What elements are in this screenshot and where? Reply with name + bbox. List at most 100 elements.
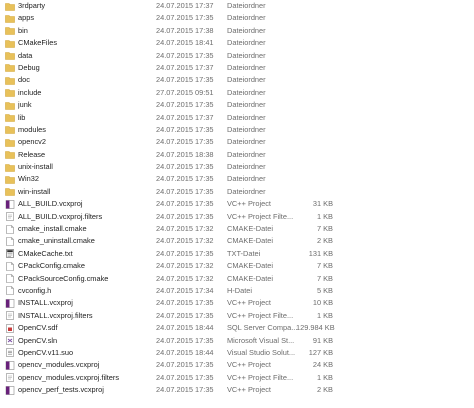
file-size: 129.984 KB	[296, 323, 335, 333]
file-size: 7 KB	[316, 261, 333, 271]
file-row[interactable]: unix-install 24.07.2015 17:35 Dateiordner	[0, 161, 474, 173]
file-type: Dateiordner	[227, 149, 266, 159]
folder-icon	[5, 63, 15, 73]
file-date: 24.07.2015 17:35	[156, 174, 214, 184]
file-row[interactable]: ALL_BUILD.vcxproj.filters 24.07.2015 17:3…	[0, 211, 474, 223]
file-name: OpenCV.v11.suo	[18, 347, 74, 357]
folder-icon	[5, 39, 15, 48]
file-type: VC++ Project	[227, 385, 271, 395]
generic-file-icon	[5, 224, 15, 234]
vcxproj-file-icon	[5, 385, 15, 395]
file-row[interactable]: opencv_modules.vcxproj.filters 24.07.2015…	[0, 372, 474, 384]
file-row[interactable]: lib 24.07.2015 17:37 Dateiordner	[0, 112, 474, 124]
file-row[interactable]: opencv2 24.07.2015 17:35 Dateiordner	[0, 136, 474, 148]
file-name: cmake_uninstall.cmake	[18, 236, 95, 246]
file-row[interactable]: apps 24.07.2015 17:35 Dateiordner	[0, 12, 474, 24]
file-name: CMakeCache.txt	[18, 248, 73, 258]
folder-icon	[5, 125, 15, 135]
file-row[interactable]: Debug 24.07.2015 17:37 Dateiordner	[0, 62, 474, 74]
file-row[interactable]: bin 24.07.2015 17:38 Dateiordner	[0, 25, 474, 37]
file-date: 24.07.2015 17:35	[156, 13, 214, 23]
file-name: INSTALL.vcxproj	[18, 298, 73, 308]
file-row[interactable]: cvconfig.h 24.07.2015 17:34 H-Datei 5 KB	[0, 285, 474, 297]
file-name: Release	[18, 149, 46, 159]
file-date: 24.07.2015 17:35	[156, 100, 214, 110]
file-type: CMAKE-Datei	[227, 224, 273, 234]
file-row[interactable]: CMakeCache.txt 24.07.2015 17:35 TXT-Datei 1…	[0, 248, 474, 260]
file-row[interactable]: OpenCV.v11.suo 24.07.2015 18:44 Visual Stu…	[0, 347, 474, 359]
file-type: Dateiordner	[227, 137, 266, 147]
file-date: 24.07.2015 17:32	[156, 224, 214, 234]
file-row[interactable]: win-install 24.07.2015 17:35 Dateiordner	[0, 186, 474, 198]
file-date: 24.07.2015 17:35	[156, 372, 214, 382]
file-row[interactable]: doc 24.07.2015 17:35 Dateiordner	[0, 74, 474, 86]
file-row[interactable]: CPackConfig.cmake 24.07.2015 17:32 CMAKE-D…	[0, 260, 474, 272]
vcxproj-file-icon	[5, 299, 15, 308]
file-date: 24.07.2015 17:35	[156, 50, 214, 60]
file-type: Dateiordner	[227, 38, 266, 48]
file-row[interactable]: opencv_perf_tests.vcxproj 24.07.2015 17:3…	[0, 384, 474, 396]
file-size: 10 KB	[312, 298, 333, 308]
folder-icon	[5, 175, 15, 184]
text-file-icon	[5, 249, 15, 259]
file-row[interactable]: opencv_modules.vcxproj 24.07.2015 17:35 VC…	[0, 359, 474, 371]
file-type: CMAKE-Datei	[227, 273, 273, 283]
file-type: SQL Server Compa...	[227, 323, 298, 333]
file-size: 1 KB	[316, 372, 333, 382]
vcxproj-file-icon	[5, 199, 15, 209]
folder-icon	[5, 76, 15, 85]
file-row[interactable]: CPackSourceConfig.cmake 24.07.2015 17:32 C…	[0, 273, 474, 285]
file-row[interactable]: OpenCV.sdf 24.07.2015 18:44 SQL Server Com…	[0, 322, 474, 334]
folder-icon	[5, 113, 15, 122]
generic-file-icon	[5, 261, 15, 271]
file-name: opencv2	[18, 137, 46, 147]
file-date: 24.07.2015 17:35	[156, 199, 214, 209]
file-row[interactable]: Win32 24.07.2015 17:35 Dateiordner	[0, 173, 474, 185]
file-name: include	[18, 87, 42, 97]
file-row[interactable]: cmake_uninstall.cmake 24.07.2015 17:32 CMA…	[0, 235, 474, 247]
file-row[interactable]: INSTALL.vcxproj.filters 24.07.2015 17:35 V…	[0, 310, 474, 322]
generic-file-icon	[5, 274, 15, 283]
file-type: TXT-Datei	[227, 248, 261, 258]
file-row[interactable]: INSTALL.vcxproj 24.07.2015 17:35 VC++ Proj…	[0, 297, 474, 309]
file-row[interactable]: Release 24.07.2015 18:38 Dateiordner	[0, 149, 474, 161]
file-name: cvconfig.h	[18, 285, 52, 295]
file-date: 24.07.2015 17:35	[156, 385, 214, 395]
file-type: Dateiordner	[227, 1, 266, 10]
file-row[interactable]: junk 24.07.2015 17:35 Dateiordner	[0, 99, 474, 111]
file-date: 24.07.2015 17:35	[156, 211, 214, 221]
file-size: 2 KB	[316, 385, 333, 395]
file-size: 7 KB	[316, 224, 333, 234]
file-size: 1 KB	[316, 211, 333, 221]
file-type: VC++ Project Filte...	[227, 211, 294, 221]
file-name: Debug	[18, 62, 40, 72]
vcxproj-file-icon	[5, 361, 15, 370]
file-row[interactable]: cmake_install.cmake 24.07.2015 17:32 CMAKE…	[0, 223, 474, 235]
file-row[interactable]: modules 24.07.2015 17:35 Dateiordner	[0, 124, 474, 136]
file-date: 24.07.2015 17:32	[156, 261, 214, 271]
file-date: 24.07.2015 17:35	[156, 360, 214, 370]
file-type: Dateiordner	[227, 13, 266, 23]
file-row[interactable]: ALL_BUILD.vcxproj 24.07.2015 17:35 VC++ Pr…	[0, 198, 474, 210]
file-row[interactable]: include 27.07.2015 09:51 Dateiordner	[0, 87, 474, 99]
file-row[interactable]: data 24.07.2015 17:35 Dateiordner	[0, 50, 474, 62]
file-date: 24.07.2015 17:32	[156, 236, 214, 246]
file-type: Dateiordner	[227, 124, 266, 134]
file-date: 24.07.2015 17:35	[156, 298, 214, 308]
file-size: 127 KB	[308, 347, 333, 357]
file-row[interactable]: CMakeFiles 24.07.2015 18:41 Dateiordner	[0, 37, 474, 49]
file-row[interactable]: 3rdparty 24.07.2015 17:37 Dateiordner	[0, 0, 474, 12]
file-type: Dateiordner	[227, 62, 266, 72]
file-name: ALL_BUILD.vcxproj.filters	[18, 211, 103, 221]
folder-icon	[5, 26, 15, 36]
file-size: 91 KB	[312, 335, 333, 345]
file-row[interactable]: OpenCV.sln 24.07.2015 17:35 Microsoft Visu…	[0, 335, 474, 347]
file-type: CMAKE-Datei	[227, 236, 273, 246]
file-type: VC++ Project Filte...	[227, 372, 294, 382]
file-size: 31 KB	[312, 199, 333, 209]
file-name: unix-install	[18, 162, 53, 172]
file-type: Dateiordner	[227, 162, 266, 172]
file-name: cmake_install.cmake	[18, 224, 87, 234]
file-type: H-Datei	[227, 285, 253, 295]
file-size: 131 KB	[308, 248, 333, 258]
